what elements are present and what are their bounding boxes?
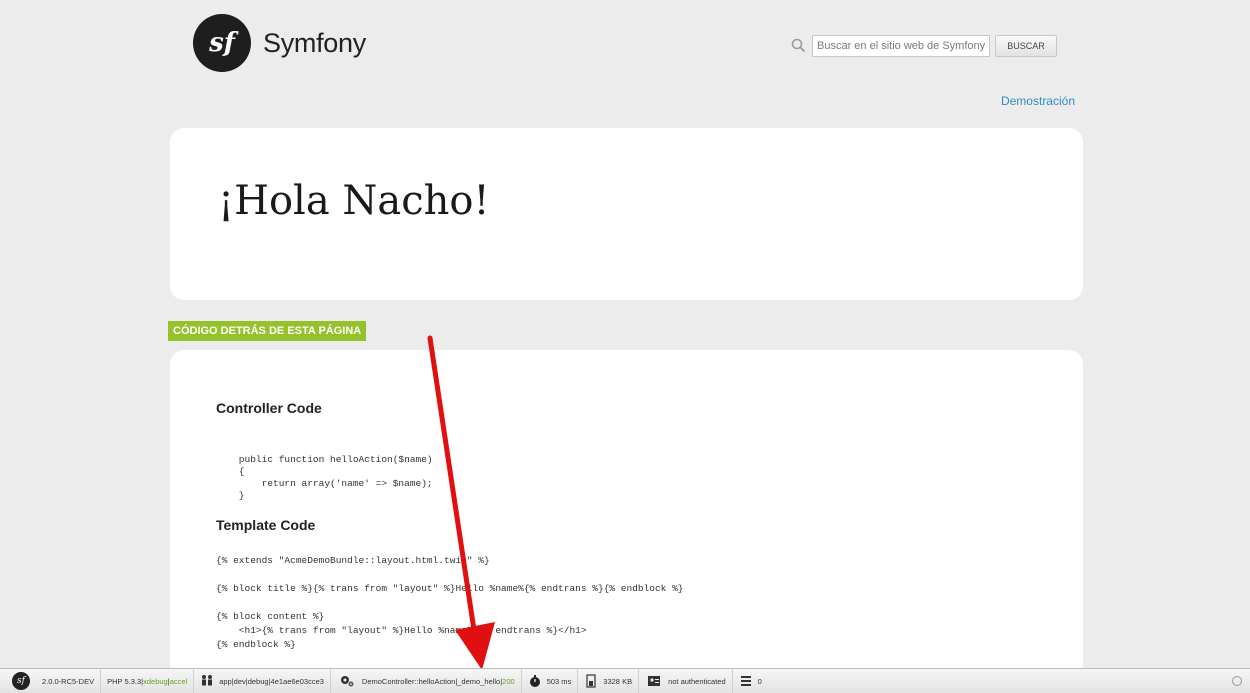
php-accel: accel [169, 676, 188, 686]
db-query-count: 0 [757, 676, 762, 686]
toolbar-version[interactable]: 2.0.0-RC5-DEV [36, 669, 102, 693]
people-icon [202, 675, 213, 686]
toolbar-security[interactable]: not authenticated [639, 669, 733, 693]
search-button[interactable]: BUSCAR [995, 35, 1057, 57]
code-card: Controller Code public function helloAct… [170, 350, 1083, 680]
toolbar-memory[interactable]: 3328 KB [578, 669, 640, 693]
php-xdebug: xdebug [143, 676, 168, 686]
symfony-version: 2.0.0-RC5-DEV [42, 676, 95, 686]
hello-card: ¡Hola Nacho! [170, 128, 1083, 300]
search-form: BUSCAR [790, 35, 1057, 57]
controller-code-heading: Controller Code [216, 400, 322, 416]
template-code-block: {% extends "AcmeDemoBundle::layout.html.… [216, 555, 684, 650]
env-debug: debug [247, 676, 269, 686]
gears-icon [340, 676, 354, 687]
stopwatch-icon [529, 675, 540, 687]
user-card-icon [648, 676, 661, 686]
search-input[interactable] [812, 35, 990, 57]
controller-name: DemoController::helloAction [361, 676, 456, 686]
env-app: app [219, 676, 232, 686]
request-time: 503 ms [546, 676, 572, 686]
env-name: dev [233, 676, 246, 686]
profiler-token: 4e1ae6e03cce3 [270, 676, 324, 686]
controller-code-block: public function helloAction($name) { ret… [238, 454, 433, 501]
toolbar-db[interactable]: 0 [733, 669, 768, 693]
template-code-heading: Template Code [216, 517, 316, 533]
symfony-logo-icon: sf [193, 14, 251, 72]
toolbar-request[interactable]: DemoController::helloAction | _demo_hell… [331, 669, 522, 693]
web-debug-toolbar: sf 2.0.0-RC5-DEV PHP 5.3.3 | xdebug | ac… [0, 668, 1250, 693]
toolbar-config[interactable]: app | dev | debug | 4e1ae6e03cce3 [194, 669, 331, 693]
close-toolbar-icon[interactable] [1232, 676, 1242, 686]
symfony-logo[interactable]: sf Symfony [193, 14, 366, 72]
auth-status: not authenticated [668, 676, 726, 686]
status-code: 200 [502, 676, 515, 686]
memory-usage: 3328 KB [603, 676, 633, 686]
demo-link[interactable]: Demostración [1001, 94, 1075, 108]
code-section-label: CÓDIGO DETRÁS DE ESTA PÁGINA [168, 321, 367, 341]
memory-icon [586, 674, 596, 688]
toolbar-php[interactable]: PHP 5.3.3 | xdebug | accel [101, 669, 195, 693]
php-version: PHP 5.3.3 [107, 676, 142, 686]
toolbar-time[interactable]: 503 ms [522, 669, 579, 693]
database-icon [740, 676, 751, 686]
symfony-logo-text: Symfony [263, 27, 366, 58]
symfony-toolbar-logo-icon[interactable]: sf [12, 672, 30, 690]
search-icon [791, 38, 806, 53]
route-name: _demo_hello [457, 676, 501, 686]
page-title: ¡Hola Nacho! [218, 178, 490, 224]
